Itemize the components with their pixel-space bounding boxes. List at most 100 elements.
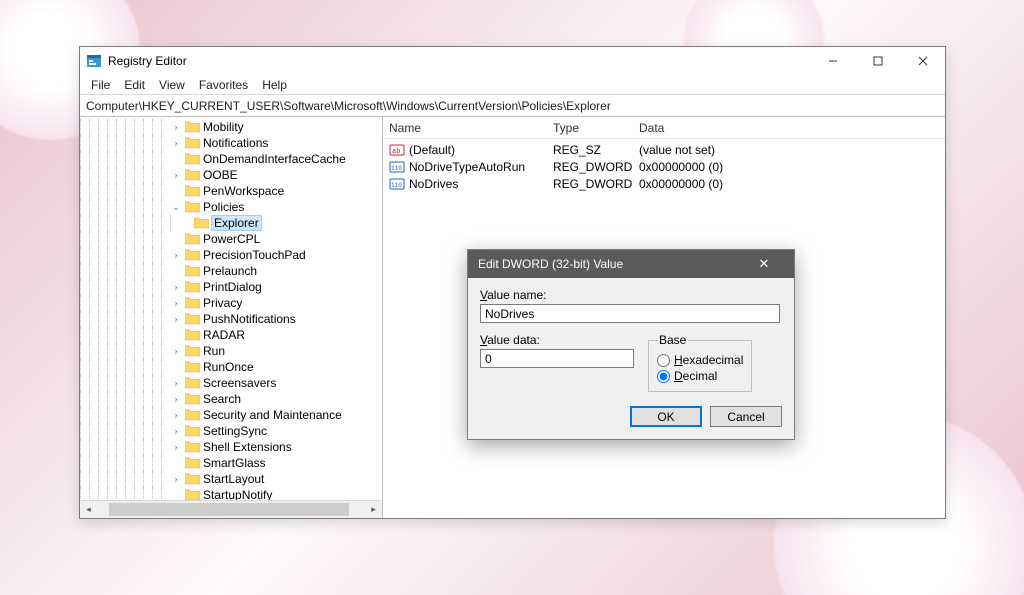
- value-name: NoDriveTypeAutoRun: [409, 160, 525, 174]
- tree-label: PowerCPL: [203, 232, 260, 246]
- menubar: FileEditViewFavoritesHelp: [80, 75, 945, 95]
- expander-icon[interactable]: ›: [170, 138, 182, 148]
- expander-icon[interactable]: ›: [170, 442, 182, 452]
- tree-node-powercpl[interactable]: PowerCPL: [80, 231, 382, 247]
- tree-h-scrollbar[interactable]: ◂ ▸: [80, 500, 382, 518]
- titlebar[interactable]: Registry Editor: [80, 47, 945, 75]
- ok-button[interactable]: OK: [630, 406, 702, 427]
- tree-label: StartLayout: [203, 472, 264, 486]
- menu-view[interactable]: View: [152, 78, 192, 92]
- scroll-thumb[interactable]: [109, 503, 349, 516]
- reg-sz-icon: ab: [389, 142, 405, 158]
- expander-icon[interactable]: ›: [170, 426, 182, 436]
- scroll-left-button[interactable]: ◂: [80, 501, 97, 518]
- tree-node-ondemandinterfacecache[interactable]: OnDemandInterfaceCache: [80, 151, 382, 167]
- value-name: NoDrives: [409, 177, 458, 191]
- tree-node-explorer[interactable]: Explorer: [80, 215, 382, 231]
- value-row[interactable]: 110NoDriveTypeAutoRunREG_DWORD0x00000000…: [383, 158, 945, 175]
- column-headers[interactable]: Name Type Data: [383, 117, 945, 139]
- folder-icon: [185, 345, 200, 357]
- expander-icon[interactable]: ⌄: [170, 202, 182, 213]
- tree-node-radar[interactable]: RADAR: [80, 327, 382, 343]
- close-button[interactable]: [900, 47, 945, 75]
- window-title: Registry Editor: [108, 54, 187, 68]
- value-row[interactable]: 110NoDrivesREG_DWORD0x00000000 (0): [383, 175, 945, 192]
- radio-decimal-label[interactable]: Decimal: [674, 369, 717, 383]
- tree-node-security-and-maintenance[interactable]: ›Security and Maintenance: [80, 407, 382, 423]
- dialog-titlebar[interactable]: Edit DWORD (32-bit) Value ✕: [468, 250, 794, 278]
- maximize-button[interactable]: [855, 47, 900, 75]
- tree-node-oobe[interactable]: › OOBE: [80, 167, 382, 183]
- tree-node-run[interactable]: ›Run: [80, 343, 382, 359]
- value-data-input[interactable]: [480, 349, 634, 368]
- tree-node-precisiontouchpad[interactable]: ›PrecisionTouchPad: [80, 247, 382, 263]
- value-data: 0x00000000 (0): [639, 177, 723, 191]
- value-type: REG_DWORD: [553, 177, 639, 191]
- expander-icon[interactable]: ›: [170, 122, 182, 132]
- tree-label: PrintDialog: [203, 280, 262, 294]
- tree-node-startupnotify[interactable]: StartupNotify: [80, 487, 382, 500]
- tree-node-privacy[interactable]: ›Privacy: [80, 295, 382, 311]
- menu-help[interactable]: Help: [255, 78, 294, 92]
- tree-node-penworkspace[interactable]: PenWorkspace: [80, 183, 382, 199]
- scroll-right-button[interactable]: ▸: [365, 501, 382, 518]
- expander-icon[interactable]: ›: [170, 298, 182, 308]
- folder-icon: [185, 201, 200, 213]
- address-bar[interactable]: Computer\HKEY_CURRENT_USER\Software\Micr…: [80, 95, 945, 117]
- tree-node-policies[interactable]: ⌄Policies: [80, 199, 382, 215]
- folder-icon: [185, 441, 200, 453]
- tree-node-smartglass[interactable]: SmartGlass: [80, 455, 382, 471]
- tree-node-startlayout[interactable]: › StartLayout: [80, 471, 382, 487]
- folder-icon: [185, 281, 200, 293]
- tree-node-screensavers[interactable]: › Screensavers: [80, 375, 382, 391]
- menu-favorites[interactable]: Favorites: [192, 78, 255, 92]
- edit-dword-dialog: Edit DWORD (32-bit) Value ✕ Value name: …: [467, 249, 795, 440]
- expander-icon[interactable]: ›: [170, 474, 182, 484]
- tree-node-prelaunch[interactable]: Prelaunch: [80, 263, 382, 279]
- radio-hexadecimal[interactable]: [657, 354, 670, 367]
- value-row[interactable]: ab(Default)REG_SZ(value not set): [383, 141, 945, 158]
- value-type: REG_DWORD: [553, 160, 639, 174]
- dialog-close-button[interactable]: ✕: [744, 256, 784, 272]
- expander-icon[interactable]: ›: [170, 250, 182, 260]
- col-name-header[interactable]: Name: [389, 121, 553, 135]
- expander-icon[interactable]: ›: [170, 378, 182, 388]
- folder-icon: [185, 473, 200, 485]
- radio-decimal[interactable]: [657, 370, 670, 383]
- expander-icon[interactable]: ›: [170, 314, 182, 324]
- dialog-title: Edit DWORD (32-bit) Value: [478, 257, 623, 271]
- tree-node-pushnotifications[interactable]: ›PushNotifications: [80, 311, 382, 327]
- reg-dword-icon: 110: [389, 159, 405, 175]
- tree-node-runonce[interactable]: RunOnce: [80, 359, 382, 375]
- expander-icon[interactable]: ›: [170, 170, 182, 180]
- tree-node-search[interactable]: ›Search: [80, 391, 382, 407]
- expander-icon[interactable]: ›: [170, 346, 182, 356]
- minimize-button[interactable]: [810, 47, 855, 75]
- folder-icon: [194, 217, 209, 229]
- cancel-button[interactable]: Cancel: [710, 406, 782, 427]
- expander-icon[interactable]: ›: [170, 394, 182, 404]
- tree-node-printdialog[interactable]: › PrintDialog: [80, 279, 382, 295]
- folder-icon: [185, 425, 200, 437]
- tree-node-shell-extensions[interactable]: ›Shell Extensions: [80, 439, 382, 455]
- menu-file[interactable]: File: [84, 78, 117, 92]
- tree-label: Notifications: [203, 136, 268, 150]
- scroll-track[interactable]: [97, 501, 365, 518]
- tree-label: Screensavers: [203, 376, 276, 390]
- tree-label: OOBE: [203, 168, 238, 182]
- tree-node-mobility[interactable]: ›Mobility: [80, 119, 382, 135]
- radio-hexadecimal-label[interactable]: Hexadecimal: [674, 353, 743, 367]
- expander-icon[interactable]: ›: [170, 410, 182, 420]
- base-legend: Base: [657, 333, 688, 347]
- value-name-input[interactable]: [480, 304, 780, 323]
- key-tree[interactable]: ›Mobility›NotificationsOnDemandInterface…: [80, 117, 383, 518]
- col-type-header[interactable]: Type: [553, 121, 639, 135]
- folder-icon: [185, 361, 200, 373]
- tree-node-settingsync[interactable]: ›SettingSync: [80, 423, 382, 439]
- svg-text:ab: ab: [392, 148, 400, 156]
- menu-edit[interactable]: Edit: [117, 78, 152, 92]
- tree-node-notifications[interactable]: › Notifications: [80, 135, 382, 151]
- expander-icon[interactable]: ›: [170, 282, 182, 292]
- col-data-header[interactable]: Data: [639, 121, 839, 135]
- folder-icon: [185, 329, 200, 341]
